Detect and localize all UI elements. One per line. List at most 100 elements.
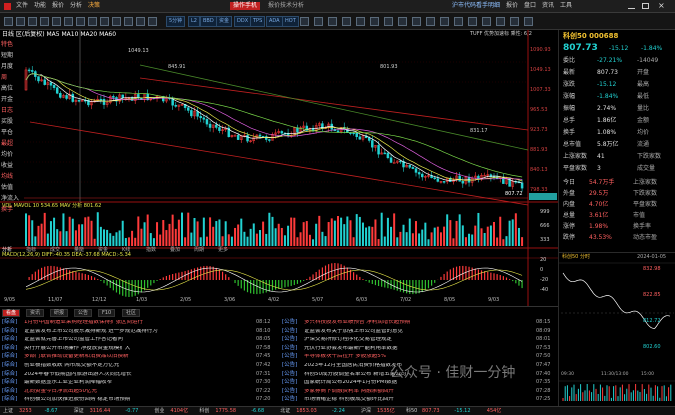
mini-time-label: 15:00 xyxy=(641,372,654,377)
pin-icon[interactable] xyxy=(468,17,477,26)
toolbar-btn-1[interactable]: L2 xyxy=(188,16,200,27)
toolbar-btn-5[interactable]: TPS xyxy=(250,16,266,27)
indicator-tab[interactable]: 更多 xyxy=(218,248,228,253)
news-tab[interactable]: 公告 xyxy=(74,309,93,317)
news-item[interactable]: 市场情绪企稳 科创板成交额环比回升 xyxy=(304,397,524,403)
toolbar-btn-3[interactable]: 资金 xyxy=(216,16,233,27)
indicator-tab[interactable]: 分析 xyxy=(2,248,12,253)
toolbar-btn-6[interactable]: ADA xyxy=(266,16,283,27)
bell-icon[interactable] xyxy=(300,17,309,26)
indicator-tab[interactable]: 量能 xyxy=(74,248,84,253)
news-item[interactable]: 1月份中国制造业采购经理指数保持扩张区间运行 xyxy=(24,320,244,326)
date-axis-label: 5/07 xyxy=(312,297,324,303)
list-icon[interactable] xyxy=(52,17,61,26)
print-icon[interactable] xyxy=(398,17,407,26)
menu-function[interactable]: 功能 xyxy=(34,3,46,9)
news-item[interactable]: 沪深交易所修订程序化交易管理规定 xyxy=(304,337,524,343)
indicator-tab[interactable]: 成交 xyxy=(50,248,60,253)
news-tab[interactable]: F10 xyxy=(98,309,116,317)
menu-decision[interactable]: 决策 xyxy=(88,3,100,9)
menu-file[interactable]: 文件 xyxy=(16,3,28,9)
menu-quote[interactable]: 报价 xyxy=(52,3,64,9)
news-tab[interactable]: 资讯 xyxy=(26,309,45,317)
phone-icon[interactable] xyxy=(440,17,449,26)
help-icon[interactable] xyxy=(342,17,351,26)
user-icon[interactable] xyxy=(328,17,337,26)
menu-icon[interactable] xyxy=(524,17,533,26)
indicator-tab[interactable]: 周期 xyxy=(194,248,204,253)
menu-right-2[interactable]: 盘口 xyxy=(524,3,536,9)
star-icon[interactable] xyxy=(124,17,133,26)
news-item[interactable]: 多家券商下调融资利率 两融余额回升 xyxy=(304,389,524,395)
news-item[interactable]: 2024年春节假期国内旅游出游人次同比增长 xyxy=(24,372,244,378)
close-icon[interactable]: × xyxy=(658,2,665,10)
lock-icon[interactable] xyxy=(412,17,421,26)
news-item[interactable]: 科创板公司加快推进股份回购 稳定市场预期 xyxy=(24,397,244,403)
news-item[interactable]: 光伏行业协会发布最新产能利用率数据 xyxy=(304,346,524,352)
volume-bar xyxy=(271,216,274,246)
news-item[interactable]: 证监会发布关于加强上市公司监管的意见 xyxy=(304,329,524,335)
indicator-tab[interactable]: 叠加 xyxy=(170,248,180,253)
volume-bar xyxy=(486,226,489,246)
layout-icon[interactable] xyxy=(356,17,365,26)
candle-body xyxy=(436,178,440,182)
news-item[interactable]: 北向资金今日净流出超50亿元 xyxy=(24,389,244,395)
intraday-mini-chart[interactable]: 科创50 分时 2024-01-05 832.98 822.85 812.72 802… xyxy=(558,252,675,406)
tools-icon[interactable] xyxy=(370,17,379,26)
flag-icon[interactable] xyxy=(454,17,463,26)
settings-icon[interactable] xyxy=(148,17,157,26)
quote-lower-extra: 下跌家数 xyxy=(633,190,658,197)
maximize-icon[interactable] xyxy=(642,3,649,9)
menu-right-3[interactable]: 资讯 xyxy=(542,3,554,9)
price-annotation: 801.93 xyxy=(380,64,398,70)
news-item[interactable]: 多部门联合推动设备更新和消费品以旧换新 xyxy=(24,354,244,360)
grid-icon[interactable] xyxy=(76,17,85,26)
menu-analysis[interactable]: 分析 xyxy=(70,3,82,9)
news-item[interactable]: 多只科技股发布业绩预告 净利润增长超预期 xyxy=(304,320,524,326)
menu-right-4[interactable]: 工具 xyxy=(560,3,572,9)
news-icon[interactable] xyxy=(100,17,109,26)
cloud-icon[interactable] xyxy=(426,17,435,26)
plus-icon[interactable] xyxy=(482,17,491,26)
kline-chart-area[interactable]: 日线 区(后复权) MA5 MA10 MA20 MA60 TUFF 优势加速标 … xyxy=(0,30,558,306)
news-item[interactable]: 半导体板块午后拉升 多股涨超5% xyxy=(304,354,524,360)
alert-icon[interactable] xyxy=(136,17,145,26)
news-tab[interactable]: 社区 xyxy=(122,309,141,317)
home-icon[interactable] xyxy=(4,17,13,26)
refresh-icon[interactable] xyxy=(40,17,49,26)
indicator-tab[interactable]: 资金 xyxy=(98,248,108,253)
expand-icon[interactable] xyxy=(510,17,519,26)
indicator-tab[interactable]: K线 xyxy=(122,248,130,253)
volume-bar xyxy=(355,214,358,246)
forward-icon[interactable] xyxy=(28,17,37,26)
center-title[interactable]: 操作手机 xyxy=(230,2,261,10)
toolbar-btn-7[interactable]: HOT xyxy=(282,16,299,27)
back-icon[interactable] xyxy=(16,17,25,26)
news-item[interactable]: 国家统计局公布2024年1月份PMI数据 xyxy=(304,380,524,386)
menu-right-0[interactable]: 沪市代码看手明细 xyxy=(452,3,500,9)
volume-bar xyxy=(62,213,65,246)
news-item[interactable]: 创业板指数收跌 两市成交额不足万亿元 xyxy=(24,363,244,369)
mail-icon[interactable] xyxy=(314,17,323,26)
center-tab[interactable]: 报价技术分析 xyxy=(268,3,304,9)
news-item[interactable]: 央行开展公开市场操作 净投放资金规模扩大 xyxy=(24,346,244,352)
toolbar-btn-2[interactable]: BBD xyxy=(200,16,217,27)
news-item[interactable]: 证监会发布上市公司股东减持新规 进一步规范减持行为 xyxy=(24,329,244,335)
volume-bar xyxy=(53,217,56,246)
minimize-icon[interactable] xyxy=(628,3,635,9)
toolbar-btn-4[interactable]: DDX xyxy=(234,16,252,27)
calc-icon[interactable] xyxy=(112,17,121,26)
chart-icon[interactable] xyxy=(64,17,73,26)
news-item[interactable]: 证监会就完善上市公司监管工作答记者问 xyxy=(24,337,244,343)
minus-icon[interactable] xyxy=(496,17,505,26)
indicator-tab[interactable]: 指标 xyxy=(26,248,36,253)
volume-bar xyxy=(312,239,315,246)
toolbar-btn-0[interactable]: 5分钟 xyxy=(166,16,186,27)
news-tab[interactable]: 看盘 xyxy=(2,309,21,317)
export-icon[interactable] xyxy=(384,17,393,26)
indicator-tab[interactable]: 指数 xyxy=(146,248,156,253)
news-item[interactable]: 最新数据显示工业企业利润降幅收窄 xyxy=(24,380,244,386)
menu-right-1[interactable]: 报价 xyxy=(506,3,518,9)
news-tab[interactable]: 研报 xyxy=(50,309,69,317)
search-icon[interactable] xyxy=(88,17,97,26)
